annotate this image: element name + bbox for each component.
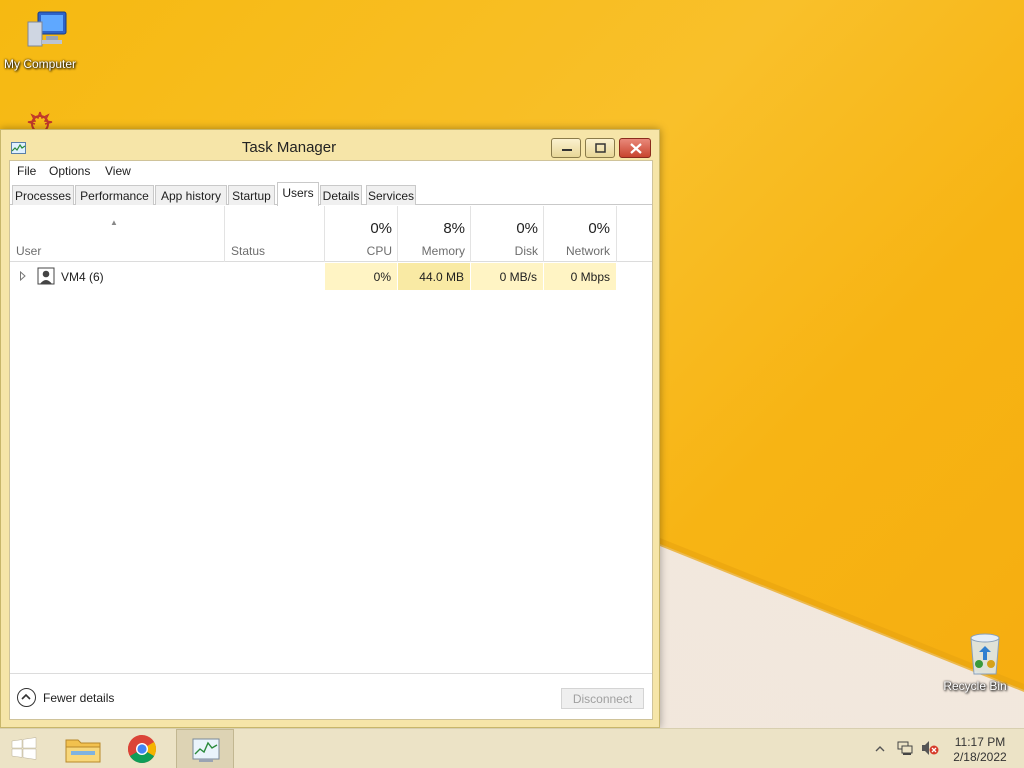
start-button[interactable] bbox=[0, 729, 58, 768]
user-name: VM4 (6) bbox=[61, 270, 104, 284]
task-manager-window: Task Manager File Options View Processes… bbox=[0, 129, 660, 728]
task-manager-client: File Options View Processes Performance … bbox=[9, 160, 653, 720]
tab-startup[interactable]: Startup bbox=[228, 185, 275, 205]
network-total-percent: 0% bbox=[588, 220, 610, 237]
recycle-bin-icon bbox=[970, 633, 1000, 675]
taskbar: 11:17 PM 2/18/2022 bbox=[0, 728, 1024, 768]
network-icon[interactable] bbox=[896, 740, 914, 756]
memory-cell: 44.0 MB bbox=[398, 263, 470, 290]
user-icon bbox=[37, 267, 55, 285]
volume-muted-icon[interactable] bbox=[920, 740, 940, 756]
fewer-details-button[interactable] bbox=[17, 688, 36, 707]
memory-total-percent: 8% bbox=[443, 220, 465, 237]
task-manager-taskbar-icon bbox=[192, 738, 220, 762]
clock-time: 11:17 PM bbox=[954, 735, 1006, 749]
column-header-user[interactable]: User bbox=[16, 244, 41, 258]
desktop-icon-recycle-bin[interactable]: Recycle Bin bbox=[935, 630, 1015, 693]
taskbar-clock[interactable]: 11:17 PM 2/18/2022 bbox=[948, 735, 1012, 765]
desktop-icon-label: My Computer bbox=[3, 57, 77, 71]
tab-app-history[interactable]: App history bbox=[155, 185, 227, 205]
cpu-total-percent: 0% bbox=[370, 220, 392, 237]
cpu-header-label: CPU bbox=[366, 244, 392, 258]
disk-total-percent: 0% bbox=[516, 220, 538, 237]
close-icon bbox=[630, 143, 642, 154]
menu-bar: File Options View bbox=[10, 161, 652, 181]
desktop-icon-my-computer[interactable]: My Computer bbox=[0, 8, 80, 71]
title-bar[interactable]: Task Manager bbox=[1, 130, 659, 160]
footer-bar: Fewer details Disconnect bbox=[10, 673, 652, 720]
tab-performance[interactable]: Performance bbox=[75, 185, 154, 205]
column-header-status[interactable]: Status bbox=[231, 244, 265, 258]
taskbar-chrome[interactable] bbox=[114, 729, 170, 768]
app-icon[interactable] bbox=[18, 110, 62, 130]
chevron-up-icon bbox=[21, 693, 31, 700]
minimize-button[interactable] bbox=[551, 138, 581, 158]
windows-logo-icon bbox=[11, 737, 37, 760]
expand-chevron-icon[interactable] bbox=[19, 271, 27, 281]
folder-icon bbox=[65, 739, 101, 763]
network-header-label: Network bbox=[565, 244, 610, 258]
clock-date: 2/18/2022 bbox=[953, 750, 1007, 764]
table-row[interactable]: VM4 (6) 0% 44.0 MB 0 MB/s 0 Mbps bbox=[10, 263, 652, 290]
network-cell: 0 Mbps bbox=[544, 263, 616, 290]
menu-view[interactable]: View bbox=[105, 164, 131, 178]
maximize-button[interactable] bbox=[585, 138, 615, 158]
fewer-details-link[interactable]: Fewer details bbox=[43, 691, 114, 705]
memory-header-label: Memory bbox=[421, 244, 465, 258]
computer-icon bbox=[27, 11, 67, 47]
disk-cell: 0 MB/s bbox=[471, 263, 543, 290]
taskbar-task-manager[interactable] bbox=[176, 729, 234, 768]
chrome-icon bbox=[128, 735, 156, 763]
menu-options[interactable]: Options bbox=[49, 164, 90, 178]
restore-icon bbox=[595, 143, 606, 153]
menu-file[interactable]: File bbox=[17, 164, 36, 178]
cpu-cell: 0% bbox=[325, 263, 397, 290]
window-title: Task Manager bbox=[241, 139, 337, 156]
minimize-icon bbox=[562, 149, 572, 151]
tab-processes[interactable]: Processes bbox=[12, 185, 74, 205]
tab-details[interactable]: Details bbox=[320, 185, 362, 205]
sort-ascending-icon: ▲ bbox=[110, 218, 118, 227]
disconnect-button[interactable]: Disconnect bbox=[561, 688, 644, 709]
tab-services[interactable]: Services bbox=[366, 185, 416, 205]
column-headers: ▲ User Status 0% CPU 8% Memory 0% Disk 0… bbox=[10, 206, 652, 262]
disk-header-label: Disk bbox=[514, 244, 538, 258]
show-hidden-icons-icon[interactable] bbox=[874, 743, 886, 755]
tab-users[interactable]: Users bbox=[277, 182, 319, 206]
desktop-icon-label: Recycle Bin bbox=[943, 679, 1007, 693]
column-divider[interactable] bbox=[224, 206, 225, 262]
tab-strip: Processes Performance App history Startu… bbox=[10, 181, 652, 206]
taskbar-file-explorer[interactable] bbox=[55, 729, 111, 768]
column-divider[interactable] bbox=[616, 206, 617, 262]
close-button[interactable] bbox=[619, 138, 651, 158]
